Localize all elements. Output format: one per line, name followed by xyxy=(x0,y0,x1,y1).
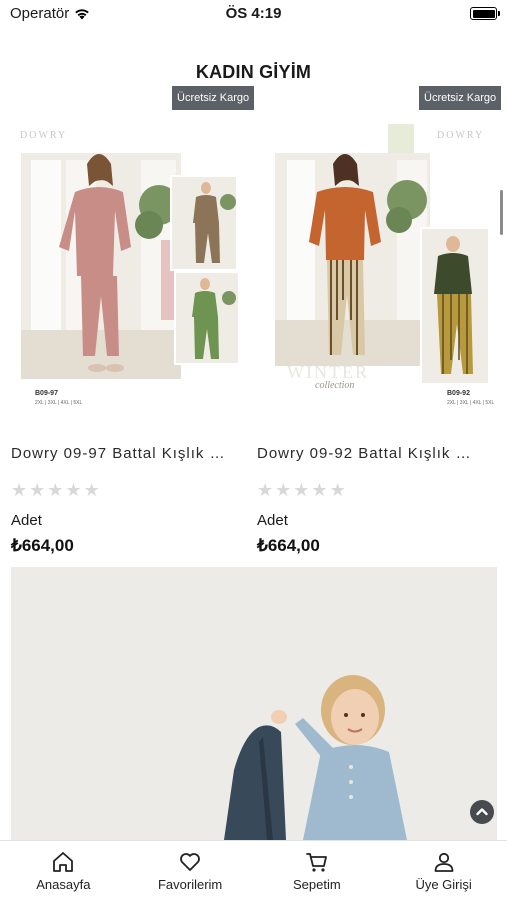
brand-logo: DOWRY xyxy=(20,130,68,141)
model-code: B09-92 xyxy=(447,390,470,397)
star-icon: ★ xyxy=(83,480,102,500)
chevron-up-icon xyxy=(476,808,488,816)
bottom-tab-bar: Anasayfa Favorilerim Sepetim Üye Girişi xyxy=(0,840,507,900)
star-icon: ★ xyxy=(293,480,312,500)
free-shipping-badge: Ücretsiz Kargo xyxy=(419,86,502,110)
section-title: KADIN GİYİM xyxy=(195,62,312,82)
user-icon xyxy=(434,852,454,872)
model-sizes: 2XL | 3XL | 4XL | 5XL xyxy=(447,400,495,406)
scroll-to-top-button[interactable] xyxy=(470,800,494,824)
tab-favorites[interactable]: Favorilerim xyxy=(127,841,254,900)
rating-stars: ★★★★★ xyxy=(257,480,348,501)
status-time: ÖS 4:19 xyxy=(225,5,282,22)
watermark: WINTER xyxy=(287,362,369,382)
star-icon: ★ xyxy=(65,480,84,500)
product-image[interactable]: DOWRY WINTER collection B09-92 2XL | 3XL… xyxy=(257,120,497,415)
star-icon: ★ xyxy=(311,480,330,500)
battery-fill xyxy=(472,9,495,18)
battery-icon xyxy=(470,7,500,20)
brand-logo: DOWRY xyxy=(437,130,485,141)
product-photo xyxy=(21,153,240,379)
status-bar: Operatör ÖS 4:19 xyxy=(0,0,507,30)
tab-home[interactable]: Anasayfa xyxy=(0,841,127,900)
product-price: ₺664,00 xyxy=(257,536,320,555)
product-photo: WINTER collection xyxy=(275,124,490,391)
tab-label: Sepetim xyxy=(293,877,341,892)
star-icon: ★ xyxy=(11,480,30,500)
rating-stars: ★★★★★ xyxy=(11,480,102,501)
star-icon: ★ xyxy=(29,480,48,500)
product-unit: Adet xyxy=(257,512,288,529)
model-code: B09-97 xyxy=(35,390,58,397)
star-icon: ★ xyxy=(257,480,276,500)
tab-member-login[interactable]: Üye Girişi xyxy=(380,841,507,900)
star-icon: ★ xyxy=(329,480,348,500)
heart-icon xyxy=(180,853,201,871)
free-shipping-badge: Ücretsiz Kargo xyxy=(172,86,255,110)
tab-cart[interactable]: Sepetim xyxy=(254,841,381,900)
product-image[interactable]: DOWRY B09-97 2XL | 3XL | 4XL | 5XL xyxy=(11,120,251,415)
tab-label: Üye Girişi xyxy=(415,877,472,892)
model-sizes: 2XL | 3XL | 4XL | 5XL xyxy=(35,400,83,406)
product-name[interactable]: Dowry 09-97 Battal Kışlık Pijama Takımı xyxy=(11,445,233,462)
product-price: ₺664,00 xyxy=(11,536,74,555)
cart-icon xyxy=(305,853,327,872)
star-icon: ★ xyxy=(47,480,66,500)
promo-banner[interactable] xyxy=(11,567,497,840)
tab-label: Favorilerim xyxy=(157,877,223,892)
home-icon xyxy=(53,852,74,872)
product-unit: Adet xyxy=(11,512,42,529)
product-name[interactable]: Dowry 09-92 Battal Kışlık Pijama Takımı xyxy=(257,445,479,462)
tab-label: Anasayfa xyxy=(36,877,91,892)
star-icon: ★ xyxy=(275,480,294,500)
scrollbar[interactable] xyxy=(500,190,503,235)
watermark-sub: collection xyxy=(315,380,354,391)
banner-photo xyxy=(224,675,407,840)
